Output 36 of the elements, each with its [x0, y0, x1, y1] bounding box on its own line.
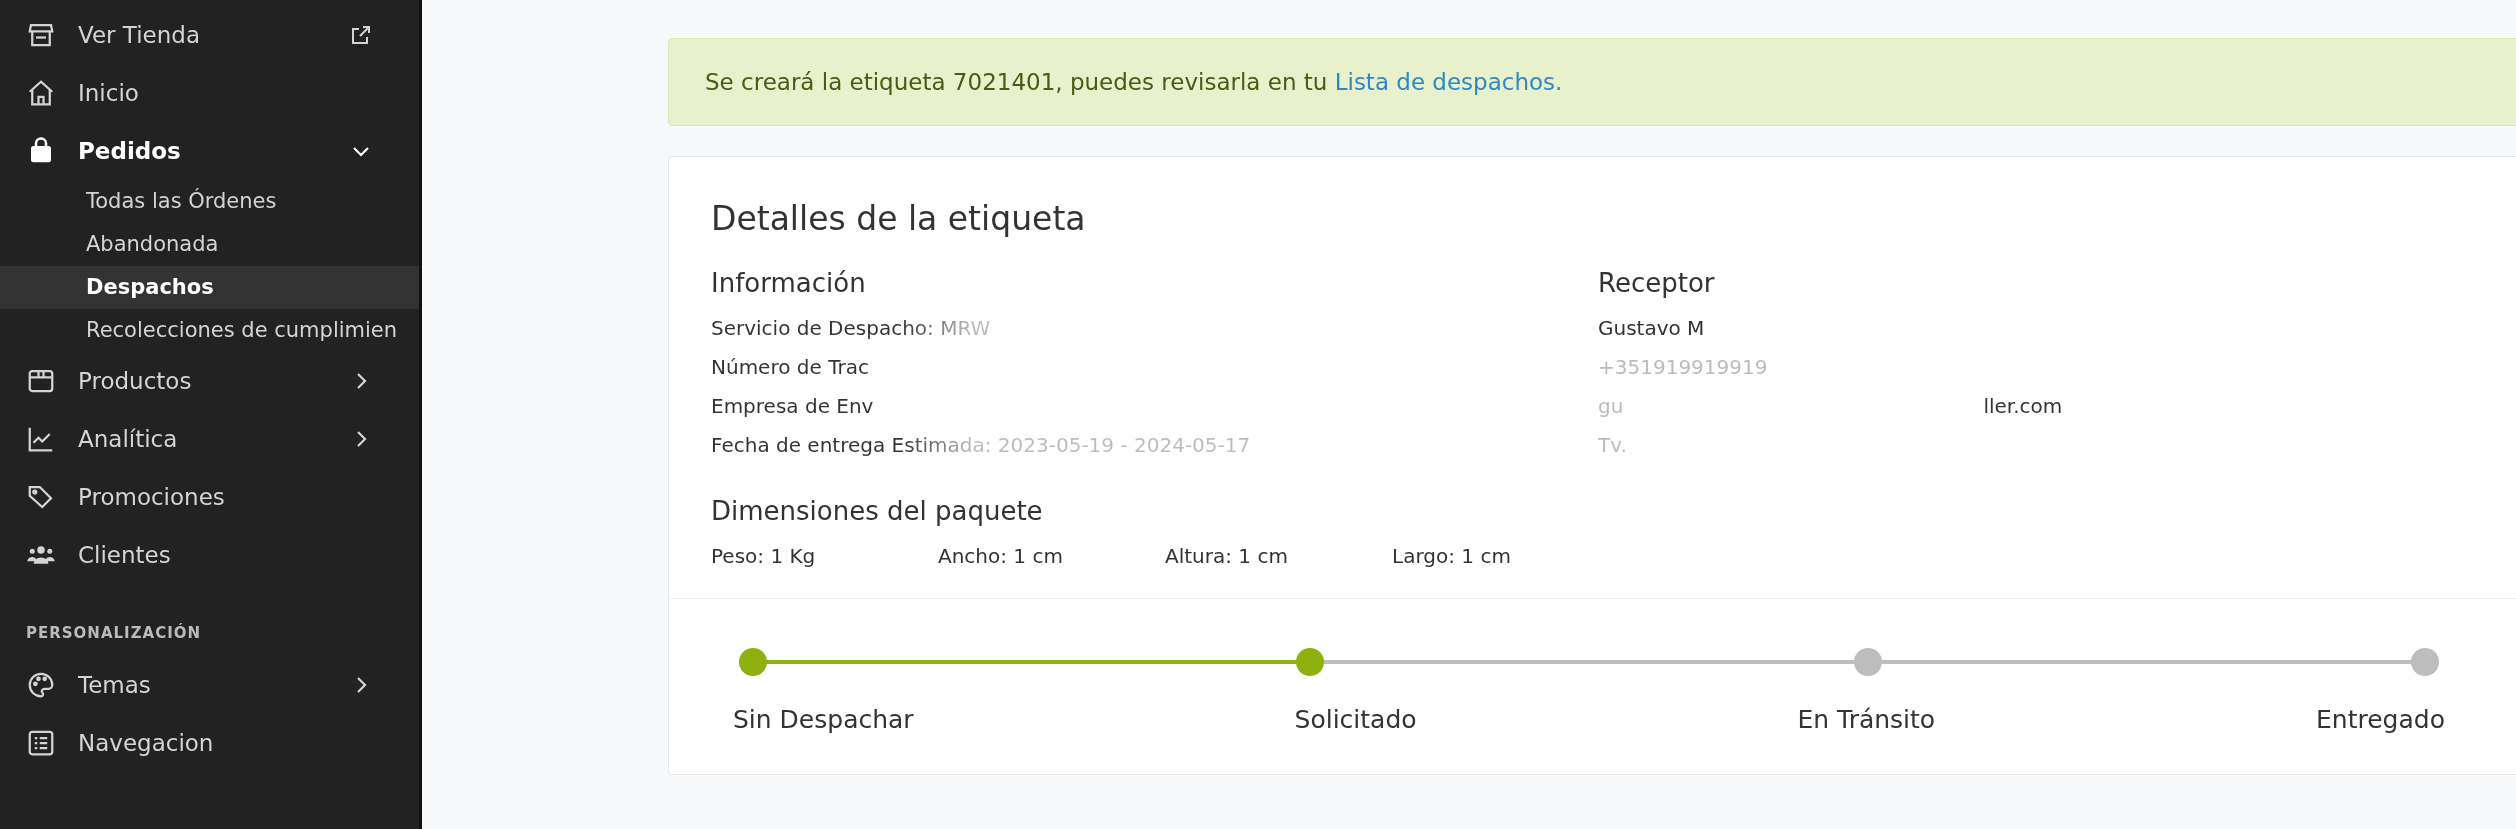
palette-icon: [26, 670, 56, 700]
section-heading: Dimensiones del paquete: [711, 496, 1044, 526]
nav-subitem[interactable]: Abandonada: [0, 223, 419, 266]
nav-subitem[interactable]: Todas las Órdenes: [0, 180, 419, 223]
step-label: Solicitado: [1294, 705, 1417, 734]
nav-item[interactable]: Clientes: [0, 526, 419, 584]
section-heading: Receptor: [1598, 268, 1716, 298]
card-title: Detalles de la etiqueta: [711, 199, 1087, 238]
step-label: Entregado: [2316, 705, 2445, 734]
receiver-text: gu: [1598, 394, 1624, 420]
nav-subitem[interactable]: Despachos: [0, 266, 419, 309]
nav-item[interactable]: Analítica: [0, 410, 419, 468]
receiver-text: +351919919919: [1598, 355, 1768, 381]
dimension-text: Altura: 1 cm: [1165, 544, 1289, 568]
section-heading: Información: [711, 268, 867, 298]
nav-item[interactable]: Inicio: [0, 64, 419, 122]
nav-item[interactable]: Navegacion: [0, 714, 419, 772]
step-label: En Tránsito: [1797, 705, 1936, 734]
receiver-name: Gustavo M: [1598, 316, 1706, 342]
external-link-icon: [349, 23, 373, 47]
dimension-text: Largo: 1 cm: [1392, 544, 1512, 568]
nav-item[interactable]: Pedidos: [0, 122, 419, 180]
list-icon: [26, 728, 56, 758]
nav-item[interactable]: Temas: [0, 656, 419, 714]
step-label: Sin Despachar: [733, 705, 914, 734]
section-title: PERSONALIZACIÓN: [25, 622, 203, 644]
nav-item[interactable]: Ver Tienda: [0, 6, 419, 64]
dimension-text: Ancho: 1 cm: [938, 544, 1064, 568]
nav-subitem[interactable]: Recolecciones de cumplimien: [0, 309, 419, 352]
nav-item[interactable]: Productos: [0, 352, 419, 410]
home-icon: [26, 78, 56, 108]
alert-message: Se creará la etiqueta 7021401, puedes revisarla en tu Lista de despachos.: [705, 69, 1563, 95]
nav-item[interactable]: Promociones: [0, 468, 419, 526]
receiver-text: ller.com: [1983, 394, 2063, 420]
dimension-text: Peso: 1 Kg: [711, 544, 817, 568]
receiver-text: Tv.: [1598, 433, 1627, 459]
